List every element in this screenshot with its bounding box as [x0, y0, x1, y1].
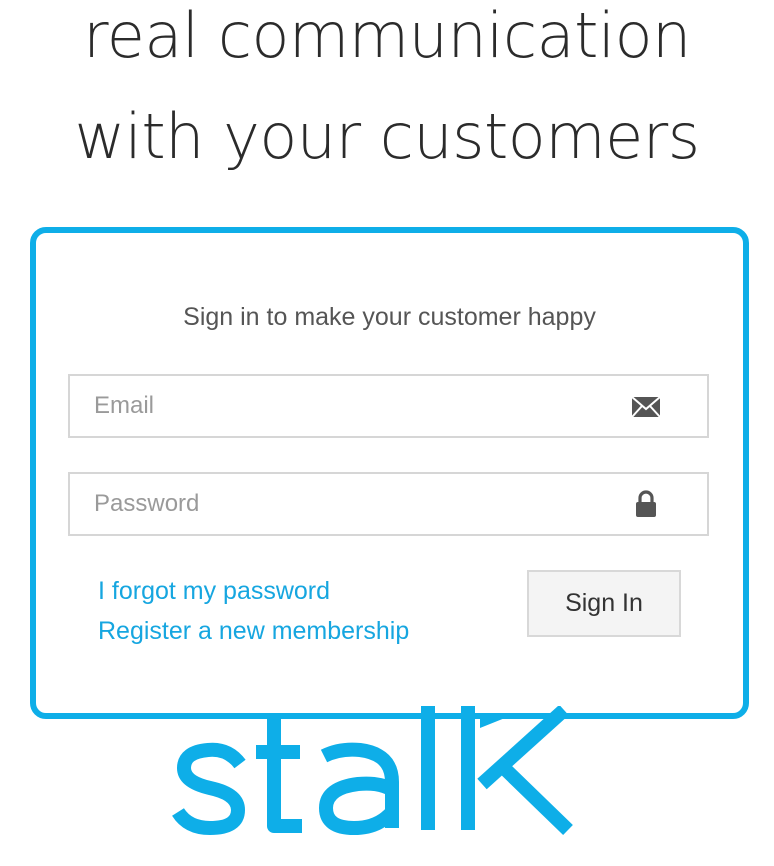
- hero-headline-line-1: real communication: [83, 0, 691, 72]
- email-field[interactable]: [70, 376, 630, 436]
- lock-icon: [636, 490, 656, 517]
- stalk-logo: [172, 706, 573, 836]
- hero-headline-line-2: with your customers: [74, 100, 700, 173]
- envelope-icon: [631, 396, 661, 418]
- password-field-container: [68, 472, 709, 536]
- login-subtitle: Sign in to make your customer happy: [183, 303, 596, 331]
- register-membership-link[interactable]: Register a new membership: [98, 617, 409, 646]
- login-page: real communication with your customers S…: [0, 0, 774, 866]
- login-card: Sign in to make your customer happy I fo…: [30, 227, 749, 719]
- forgot-password-link[interactable]: I forgot my password: [98, 577, 330, 606]
- email-field-container: [68, 374, 709, 438]
- sign-in-button[interactable]: Sign In: [527, 570, 681, 637]
- password-field[interactable]: [70, 474, 630, 534]
